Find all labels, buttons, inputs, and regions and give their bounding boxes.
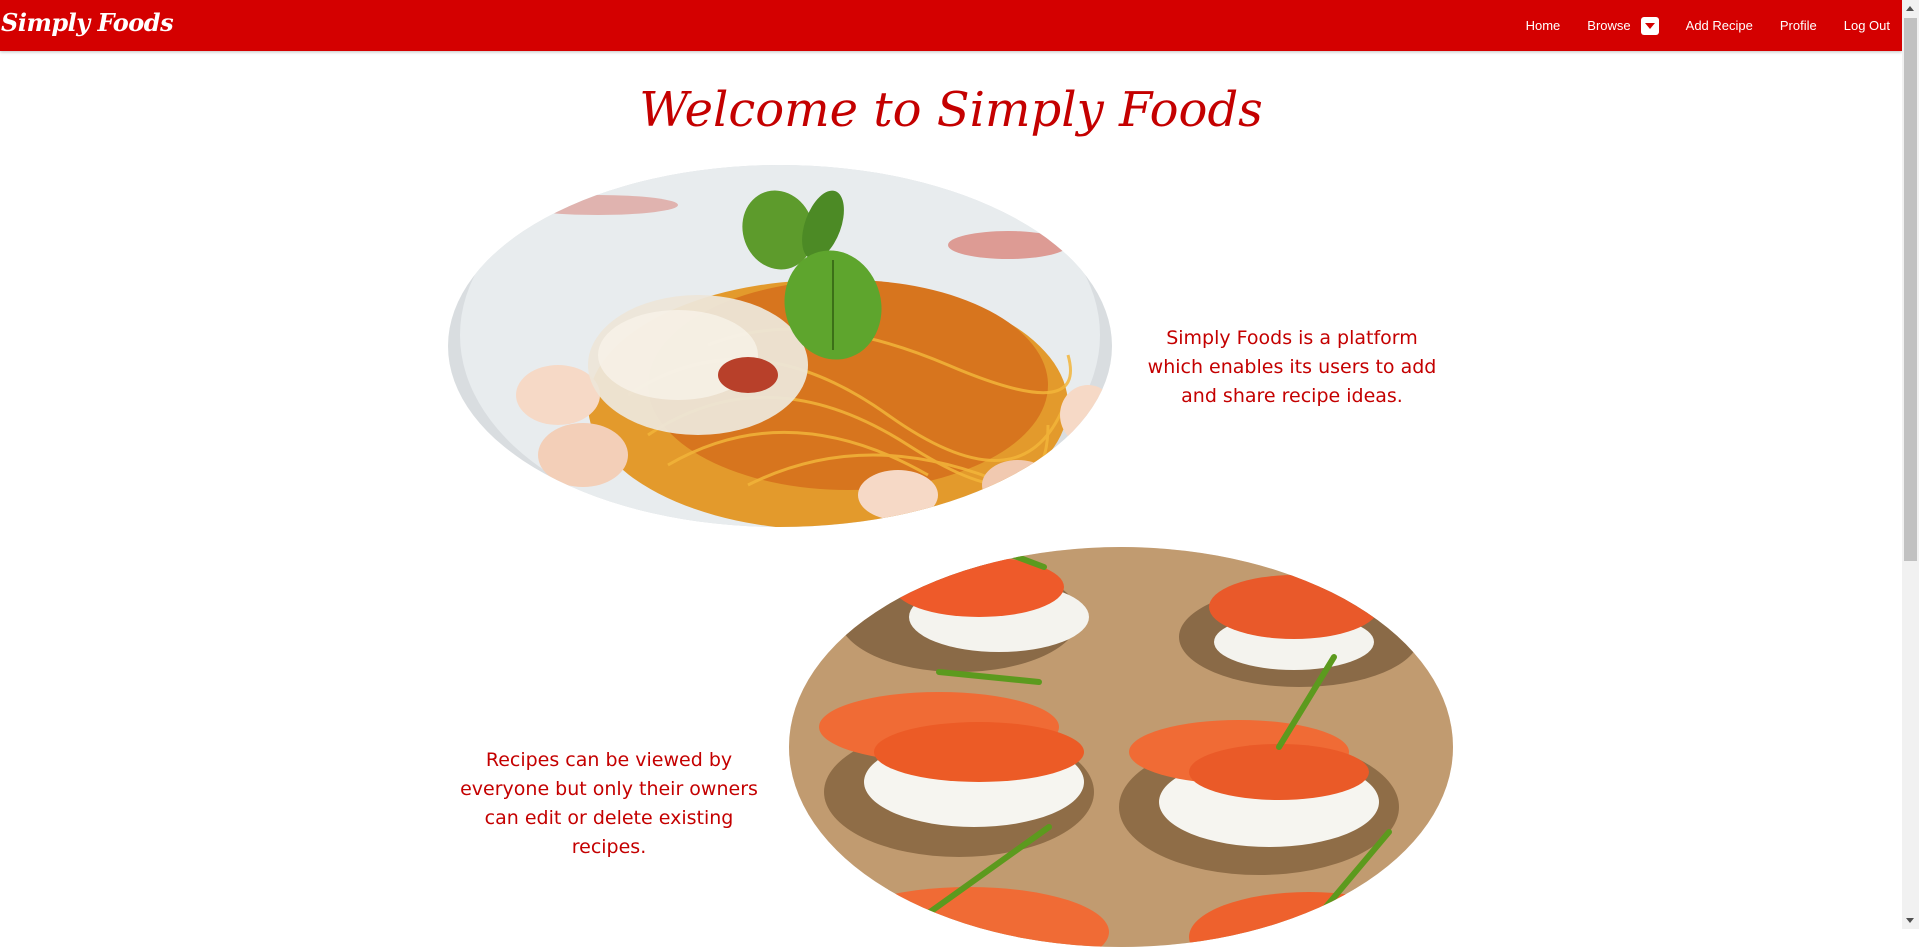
nav-browse-dropdown[interactable]: Browse <box>1587 16 1659 35</box>
scroll-down-arrow-icon[interactable] <box>1906 918 1914 923</box>
intro-text-platform: Simply Foods is a platform which enables… <box>1147 327 1437 407</box>
nav-add-recipe[interactable]: Add Recipe <box>1686 18 1753 33</box>
pasta-image <box>448 165 1112 527</box>
page-title: Welcome to Simply Foods <box>639 82 1263 138</box>
nav-browse[interactable]: Browse <box>1587 18 1630 33</box>
nav-profile[interactable]: Profile <box>1780 18 1817 33</box>
brand-logo[interactable]: Simply Foods <box>1 8 174 37</box>
scroll-thumb[interactable] <box>1904 18 1917 561</box>
intro-text-permissions: Recipes can be viewed by everyone but on… <box>460 749 758 858</box>
nav-links: Home Browse Add Recipe Profile Log Out <box>1499 0 1890 51</box>
caret-down-icon[interactable] <box>1640 16 1659 35</box>
nav-logout[interactable]: Log Out <box>1844 18 1890 33</box>
vertical-scrollbar[interactable] <box>1902 0 1919 929</box>
navbar: Simply Foods Home Browse Add Recipe Prof… <box>0 0 1902 51</box>
nav-home[interactable]: Home <box>1526 18 1561 33</box>
salmon-canapes-image <box>789 547 1453 947</box>
scroll-up-arrow-icon[interactable] <box>1906 6 1914 11</box>
